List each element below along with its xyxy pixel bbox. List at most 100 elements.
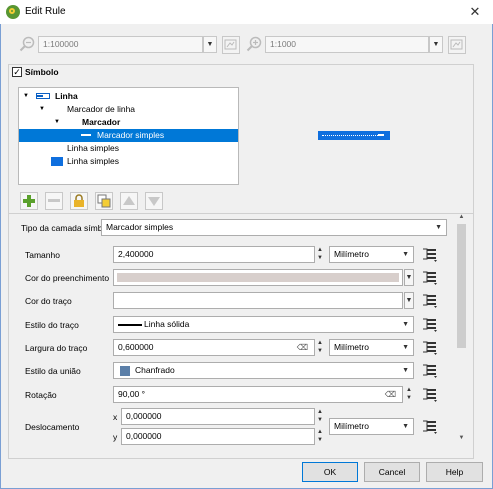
move-up-button[interactable] bbox=[120, 192, 138, 210]
preview-marker-icon bbox=[322, 135, 378, 137]
tree-row[interactable]: ▼ Marcador de linha bbox=[19, 103, 238, 116]
stroke-color-button[interactable] bbox=[113, 292, 403, 309]
stroke-width-input[interactable]: 0,600000 ⌫ bbox=[113, 339, 315, 356]
line-symbol-icon bbox=[36, 93, 50, 99]
stroke-width-spinner[interactable]: ▲ ▼ bbox=[315, 339, 325, 356]
scroll-up-icon[interactable]: ▲ bbox=[457, 214, 466, 223]
rotation-spinner[interactable]: ▲ ▼ bbox=[404, 386, 414, 403]
fill-color-dropdown[interactable]: ▼ bbox=[404, 269, 414, 286]
properties-separator bbox=[9, 213, 473, 214]
chevron-down-icon: ▼ bbox=[402, 367, 409, 374]
help-button[interactable]: Help bbox=[426, 462, 483, 482]
layer-type-value: Marcador simples bbox=[106, 222, 174, 232]
max-scale-dropdown[interactable]: ▼ bbox=[429, 36, 443, 53]
chevron-down-icon: ▼ bbox=[405, 297, 413, 304]
min-scale-input[interactable]: 1:100000 bbox=[38, 36, 203, 53]
tree-item-label: Marcador de linha bbox=[67, 104, 136, 114]
remove-layer-button[interactable] bbox=[45, 192, 63, 210]
qgis-logo-icon bbox=[6, 5, 20, 19]
chevron-down-icon: ▼ bbox=[206, 41, 214, 48]
tree-row[interactable]: Linha simples bbox=[19, 155, 238, 168]
size-input[interactable]: 2,400000 bbox=[113, 246, 315, 263]
data-defined-override-icon[interactable] bbox=[421, 418, 439, 434]
cancel-button[interactable]: Cancel bbox=[364, 462, 420, 482]
tree-row[interactable]: ▼ Marcador bbox=[19, 116, 238, 129]
spin-up-icon: ▲ bbox=[317, 247, 323, 253]
spin-down-icon: ▼ bbox=[317, 348, 323, 354]
spin-up-icon: ▲ bbox=[317, 409, 323, 415]
data-defined-override-icon[interactable] bbox=[421, 386, 439, 402]
size-label: Tamanho bbox=[25, 250, 60, 260]
lock-layer-button[interactable] bbox=[70, 192, 88, 210]
rotation-value: 90,00 ° bbox=[118, 389, 146, 399]
title-bar bbox=[0, 0, 493, 24]
join-style-label: Estilo da união bbox=[25, 366, 81, 376]
offset-unit-select[interactable]: Milímetro ▼ bbox=[329, 418, 414, 435]
stroke-color-dropdown[interactable]: ▼ bbox=[404, 292, 414, 309]
data-defined-override-icon[interactable] bbox=[421, 269, 439, 285]
data-defined-override-icon[interactable] bbox=[421, 362, 439, 378]
map-canvas-icon bbox=[450, 39, 463, 50]
size-unit-select[interactable]: Milímetro ▼ bbox=[329, 246, 414, 263]
tree-item-label: Marcador bbox=[82, 117, 121, 127]
duplicate-icon bbox=[97, 194, 111, 208]
chevron-down-icon: ▼ bbox=[402, 321, 409, 328]
data-defined-override-icon[interactable] bbox=[421, 292, 439, 308]
expand-arrow-icon: ▼ bbox=[23, 93, 29, 99]
solid-line-icon bbox=[118, 323, 142, 326]
symbol-preview bbox=[318, 131, 390, 140]
max-scale-map-button[interactable] bbox=[448, 36, 466, 54]
fill-color-button[interactable] bbox=[113, 269, 403, 286]
map-canvas-icon bbox=[224, 39, 237, 50]
symbol-checkbox[interactable]: ✓ bbox=[12, 67, 22, 77]
arrow-down-icon bbox=[148, 197, 160, 206]
data-defined-override-icon[interactable] bbox=[421, 316, 439, 332]
zoom-in-icon bbox=[246, 36, 262, 52]
offset-label: Deslocamento bbox=[25, 422, 80, 432]
offset-y-input[interactable]: 0,000000 bbox=[121, 428, 315, 445]
clear-icon[interactable]: ⌫ bbox=[297, 340, 308, 355]
join-style-select[interactable]: Chanfrado ▼ bbox=[113, 362, 414, 379]
symbol-layer-tree[interactable]: ▼ Linha ▼ Marcador de linha ▼ Marcador M… bbox=[18, 87, 239, 185]
chevron-down-icon: ▼ bbox=[435, 224, 442, 231]
chevron-down-icon: ▼ bbox=[432, 41, 440, 48]
stroke-style-select[interactable]: Linha sólida ▼ bbox=[113, 316, 414, 333]
bevel-join-icon bbox=[120, 365, 130, 376]
offset-x-input[interactable]: 0,000000 bbox=[121, 408, 315, 425]
arrow-up-icon bbox=[123, 196, 135, 205]
fill-color-label: Cor do preenchimento bbox=[25, 273, 110, 283]
offset-x-spinner[interactable]: ▲ ▼ bbox=[315, 408, 325, 425]
stroke-width-unit-select[interactable]: Milímetro ▼ bbox=[329, 339, 414, 356]
duplicate-layer-button[interactable] bbox=[95, 192, 113, 210]
scrollbar-thumb[interactable] bbox=[457, 224, 466, 348]
layer-type-select[interactable]: Marcador simples ▼ bbox=[101, 219, 447, 236]
simple-line-icon bbox=[51, 157, 63, 166]
data-defined-override-icon[interactable] bbox=[421, 339, 439, 355]
add-layer-button[interactable] bbox=[20, 192, 38, 210]
chevron-down-icon: ▼ bbox=[402, 251, 409, 258]
min-scale-dropdown[interactable]: ▼ bbox=[203, 36, 217, 53]
stroke-style-label: Estilo do traço bbox=[25, 320, 79, 330]
tree-row-selected[interactable]: Marcador simples bbox=[19, 129, 238, 142]
close-button[interactable]: ✕ bbox=[465, 3, 485, 21]
join-style-value: Chanfrado bbox=[135, 365, 175, 375]
ok-button[interactable]: OK bbox=[302, 462, 358, 482]
size-spinner[interactable]: ▲ ▼ bbox=[315, 246, 325, 263]
rotation-input[interactable]: 90,00 ° ⌫ bbox=[113, 386, 403, 403]
data-defined-override-icon[interactable] bbox=[421, 246, 439, 262]
min-scale-map-button[interactable] bbox=[222, 36, 240, 54]
scroll-down-icon[interactable]: ▼ bbox=[457, 435, 466, 444]
plus-icon bbox=[23, 195, 35, 207]
stroke-width-label: Largura do traço bbox=[25, 343, 88, 353]
max-scale-input[interactable]: 1:1000 bbox=[265, 36, 429, 53]
spin-down-icon: ▼ bbox=[317, 437, 323, 443]
zoom-out-icon bbox=[19, 36, 35, 52]
clear-icon[interactable]: ⌫ bbox=[385, 387, 396, 402]
move-down-button[interactable] bbox=[145, 192, 163, 210]
offset-y-spinner[interactable]: ▲ ▼ bbox=[315, 428, 325, 445]
symbol-group-title: Símbolo bbox=[25, 67, 59, 77]
tree-row[interactable]: Linha simples bbox=[19, 142, 238, 155]
tree-row[interactable]: ▼ Linha bbox=[19, 90, 238, 103]
stroke-width-unit-value: Milímetro bbox=[334, 342, 369, 352]
stroke-style-value: Linha sólida bbox=[144, 319, 190, 329]
